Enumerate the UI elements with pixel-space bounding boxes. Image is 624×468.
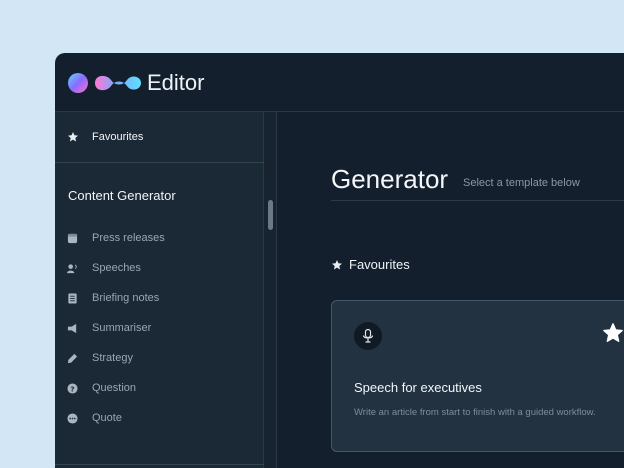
pen-icon <box>67 353 78 363</box>
notebook-icon <box>68 292 77 304</box>
megaphone-icon <box>67 323 77 333</box>
sidebar-section-title: Content Generator <box>68 188 176 203</box>
sidebar-item-label: Summariser <box>92 322 152 334</box>
sidebar-item-label: Press releases <box>92 232 165 244</box>
main-content: Generator Select a template below Favour… <box>278 112 624 468</box>
sidebar-scrollbar[interactable] <box>264 112 277 468</box>
sidebar-item-press-releases[interactable]: Press releases <box>67 223 257 253</box>
card-title: Speech for executives <box>354 380 482 395</box>
sidebar-item-strategy[interactable]: Strategy <box>67 343 257 373</box>
card-icon-badge <box>354 322 382 350</box>
sidebar-item-label: Quote <box>92 412 122 424</box>
sidebar-item-speeches[interactable]: Speeches <box>67 253 257 283</box>
star-icon <box>332 259 342 269</box>
sidebar-item-question[interactable]: ? Question <box>67 373 257 403</box>
sidebar-item-label: Strategy <box>92 352 133 364</box>
app-logo <box>68 73 141 93</box>
question-icon: ? <box>67 382 78 394</box>
sidebar-item-quote[interactable]: Quote <box>67 403 257 433</box>
quote-bubble-icon <box>67 412 78 424</box>
svg-text:?: ? <box>70 384 74 393</box>
sidebar-favourites[interactable]: Favourites <box>55 112 264 163</box>
speaker-icon <box>67 263 77 273</box>
page-subtitle: Select a template below <box>463 177 580 189</box>
sidebar-nav: Press releases Speeches Briefing notes S… <box>67 223 257 433</box>
sidebar-favourites-label: Favourites <box>92 131 144 143</box>
title-divider <box>331 200 624 201</box>
app-title: Editor <box>147 70 205 95</box>
sidebar-item-label: Question <box>92 382 137 394</box>
microphone-icon <box>362 328 374 343</box>
page-title: Generator <box>331 164 449 194</box>
sidebar: Favourites Content Generator Press relea… <box>55 112 264 468</box>
favourites-heading-label: Favourites <box>349 257 410 272</box>
sidebar-item-label: Briefing notes <box>92 292 160 304</box>
sidebar-item-summariser[interactable]: Summariser <box>67 313 257 343</box>
favourite-star-icon[interactable] <box>602 322 624 344</box>
app-window: Editor Favourites Content Generator Pres… <box>55 53 624 468</box>
card-description: Write an article from start to finish wi… <box>354 407 596 418</box>
sidebar-item-label: Speeches <box>92 262 141 274</box>
top-bar: Editor <box>55 53 624 112</box>
template-card[interactable]: Speech for executives Write an article f… <box>331 300 624 452</box>
scrollbar-thumb[interactable] <box>268 200 273 230</box>
favourites-heading: Favourites <box>331 257 410 272</box>
sidebar-item-briefing-notes[interactable]: Briefing notes <box>67 283 257 313</box>
document-icon <box>67 233 78 243</box>
star-icon <box>68 132 78 142</box>
sidebar-divider <box>55 464 264 465</box>
